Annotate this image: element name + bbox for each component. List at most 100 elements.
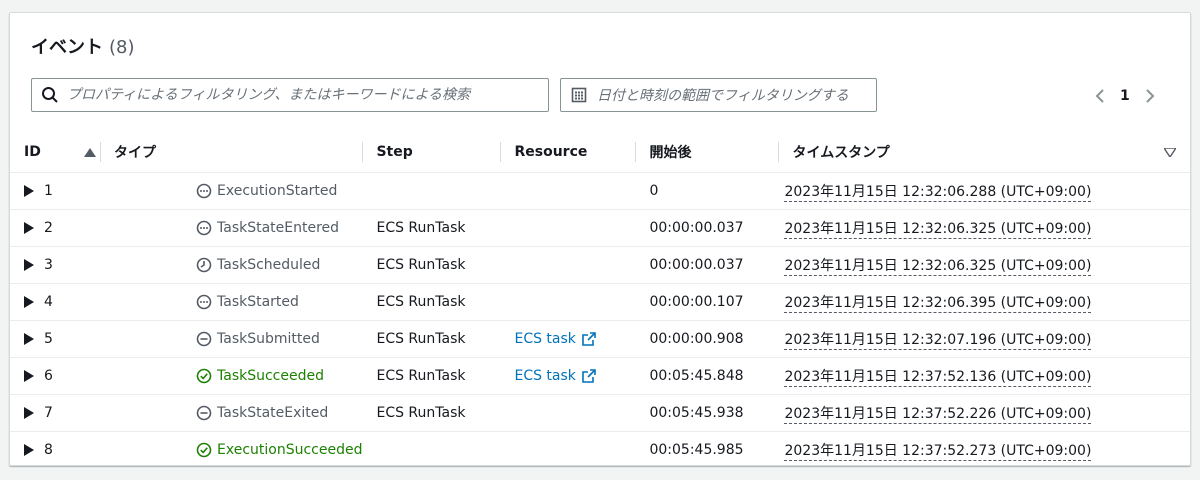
calendar-icon <box>571 87 587 103</box>
timestamp[interactable]: 2023年11月15日 12:37:52.226 (UTC+09:00) <box>784 405 1092 424</box>
ecs-task-link[interactable]: ECS task <box>514 330 596 347</box>
column-divider <box>635 142 637 162</box>
caret-right-icon <box>24 221 34 234</box>
elapsed-time: 00:00:00.037 <box>649 256 744 273</box>
type-cell: TaskSucceeded <box>100 357 363 395</box>
elapsed-time: 0 <box>649 182 659 199</box>
external-link-icon <box>582 368 596 383</box>
timestamp[interactable]: 2023年11月15日 12:37:52.136 (UTC+09:00) <box>784 368 1092 387</box>
column-label-type: タイプ <box>114 144 156 161</box>
resource-cell <box>500 394 636 432</box>
event-id: 5 <box>44 330 53 347</box>
event-count: (8) <box>109 37 135 58</box>
id-cell: 5 <box>10 320 100 358</box>
elapsed-cell: 00:00:00.107 <box>635 283 779 321</box>
step-cell <box>362 172 501 210</box>
timestamp[interactable]: 2023年11月15日 12:32:06.325 (UTC+09:00) <box>784 257 1092 276</box>
timestamp-cell: 2023年11月15日 12:32:06.395 (UTC+09:00) <box>778 283 1190 321</box>
elapsed-cell: 0 <box>635 172 779 210</box>
event-id: 2 <box>44 219 53 236</box>
table-header-row: ID タイプ Step Resource 開始後 タイムスタンプ <box>10 132 1190 173</box>
elapsed-time: 00:05:45.938 <box>649 404 744 421</box>
expand-row-button[interactable] <box>24 369 34 382</box>
expand-row-button[interactable] <box>24 332 34 345</box>
id-cell: 7 <box>10 394 100 432</box>
resource-cell <box>500 209 636 247</box>
column-label-resource: Resource <box>514 143 588 160</box>
column-header-resource[interactable]: Resource <box>500 132 636 173</box>
ecs-task-link[interactable]: ECS task <box>514 368 596 384</box>
expand-row-button[interactable] <box>24 295 34 308</box>
page-title: イベント <box>31 37 103 58</box>
timestamp-cell: 2023年11月15日 12:37:52.273 (UTC+09:00) <box>778 431 1190 468</box>
expand-row-button[interactable] <box>24 443 34 456</box>
column-label-id: ID <box>24 143 41 160</box>
date-range-filter-button[interactable]: 日付と時刻の範囲でフィルタリングする <box>560 78 877 112</box>
timestamp[interactable]: 2023年11月15日 12:37:52.273 (UTC+09:00) <box>784 442 1092 461</box>
column-header-timestamp[interactable]: タイムスタンプ <box>778 132 1190 173</box>
sort-ascending-icon[interactable] <box>84 148 96 157</box>
column-header-id[interactable]: ID <box>10 132 100 173</box>
resource-cell <box>500 172 636 210</box>
step-cell: ECS RunTask <box>362 357 501 395</box>
step-name: ECS RunTask <box>376 219 466 236</box>
expand-row-button[interactable] <box>24 221 34 234</box>
column-header-type[interactable]: タイプ <box>100 132 363 173</box>
step-name: ECS RunTask <box>376 293 466 310</box>
step-name: ECS RunTask <box>376 330 466 347</box>
timestamp[interactable]: 2023年11月15日 12:32:06.395 (UTC+09:00) <box>784 294 1092 313</box>
next-page-button[interactable] <box>1138 85 1162 107</box>
table-row: 6 TaskSucceeded ECS RunTask ECS task 00:… <box>10 357 1190 395</box>
event-type: TaskScheduled <box>217 256 321 273</box>
type-cell: TaskStateEntered <box>100 209 363 247</box>
resource-cell <box>500 246 636 284</box>
search-input[interactable] <box>67 87 527 103</box>
event-type: ExecutionSucceeded <box>217 441 363 458</box>
check-circle-icon <box>196 368 212 384</box>
step-cell <box>362 431 500 468</box>
event-type: TaskSucceeded <box>217 367 324 384</box>
event-type: ExecutionStarted <box>217 182 338 199</box>
minus-circle-icon <box>196 331 212 347</box>
column-header-elapsed[interactable]: 開始後 <box>635 132 779 173</box>
previous-page-button[interactable] <box>1088 85 1112 107</box>
resource-link-label: ECS task <box>514 330 576 347</box>
type-cell: ExecutionStarted <box>100 172 363 210</box>
elapsed-time: 00:00:00.037 <box>649 219 744 236</box>
sort-descending-icon[interactable] <box>1164 148 1176 157</box>
caret-right-icon <box>24 332 34 345</box>
column-header-step[interactable]: Step <box>362 132 501 173</box>
type-cell: TaskStarted <box>100 283 363 321</box>
column-label-step: Step <box>376 143 413 160</box>
expand-row-button[interactable] <box>24 184 34 197</box>
column-divider <box>500 142 502 162</box>
step-name: ECS RunTask <box>376 404 466 421</box>
elapsed-cell: 00:00:00.037 <box>635 246 779 284</box>
current-page-number[interactable]: 1 <box>1120 88 1130 104</box>
search-field[interactable] <box>31 78 549 112</box>
table-row: 5 TaskSubmitted ECS RunTask ECS task 00:… <box>10 320 1190 358</box>
timestamp[interactable]: 2023年11月15日 12:32:07.196 (UTC+09:00) <box>784 331 1092 350</box>
timestamp-cell: 2023年11月15日 12:37:52.136 (UTC+09:00) <box>778 357 1190 395</box>
table-row: 4 TaskStarted ECS RunTask 00:00:00.107 2… <box>10 283 1190 321</box>
elapsed-cell: 00:00:00.908 <box>635 320 779 358</box>
date-range-filter-label: 日付と時刻の範囲でフィルタリングする <box>597 88 849 104</box>
timestamp[interactable]: 2023年11月15日 12:32:06.325 (UTC+09:00) <box>784 220 1092 239</box>
expand-row-button[interactable] <box>24 258 34 271</box>
chevron-right-icon <box>1146 89 1155 103</box>
event-id: 7 <box>44 404 53 421</box>
elapsed-cell: 00:05:45.848 <box>635 357 779 395</box>
minus-circle-icon <box>196 405 212 421</box>
event-type: TaskSubmitted <box>217 330 320 347</box>
table-row: 8 ExecutionSucceeded 00:05:45.985 2023年1… <box>10 431 1190 468</box>
expand-row-button[interactable] <box>24 406 34 419</box>
caret-right-icon <box>24 406 34 419</box>
column-divider <box>362 142 364 162</box>
elapsed-time: 00:00:00.107 <box>649 293 744 310</box>
column-label-timestamp: タイムスタンプ <box>792 144 890 161</box>
timestamp[interactable]: 2023年11月15日 12:32:06.288 (UTC+09:00) <box>784 183 1092 202</box>
id-cell: 8 <box>10 431 100 468</box>
timestamp-cell: 2023年11月15日 12:32:06.325 (UTC+09:00) <box>778 209 1190 247</box>
timestamp-cell: 2023年11月15日 12:37:52.226 (UTC+09:00) <box>778 394 1190 432</box>
step-name: ECS RunTask <box>376 367 466 384</box>
